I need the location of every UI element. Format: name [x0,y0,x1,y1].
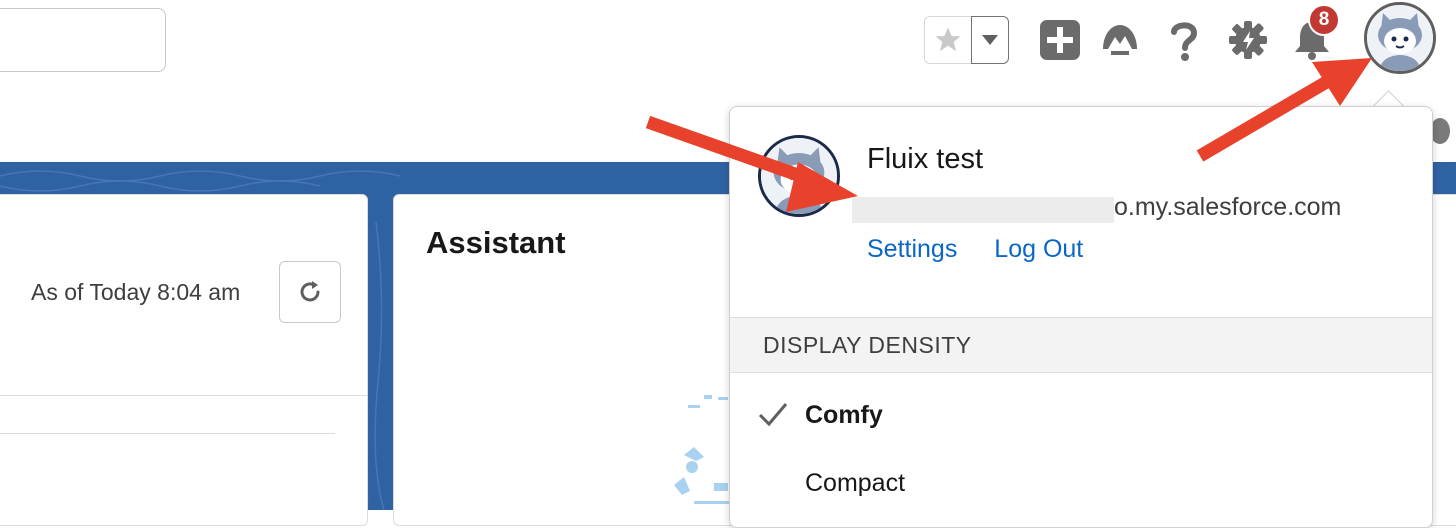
refresh-button[interactable] [279,261,341,323]
page-header-action-icon[interactable] [1430,118,1450,144]
avatar [1367,5,1433,71]
checkmark-icon [758,403,788,427]
divider [0,395,367,396]
profile-avatar [758,135,840,217]
chevron-down-icon [982,35,998,45]
global-actions-button[interactable] [1038,18,1082,62]
setup-button[interactable] [1226,18,1270,62]
redacted-email-prefix [852,197,1114,223]
density-option-compact[interactable]: Compact [730,455,1432,511]
assistant-title: Assistant [426,225,566,260]
option-label: Comfy [805,401,883,429]
user-avatar-button[interactable] [1364,2,1436,74]
help-button[interactable] [1162,18,1206,62]
logout-link[interactable]: Log Out [994,235,1083,263]
option-label: Compact [805,469,906,497]
as-of-timestamp: As of Today 8:04 am [31,279,241,305]
favorites-group [924,16,1009,64]
favorites-list-button[interactable] [971,16,1009,64]
density-option-comfy[interactable]: Comfy [730,387,1432,443]
global-header-actions: 8 [0,0,1456,90]
help-icon [1171,22,1198,61]
left-card: As of Today 8:04 am [0,194,368,526]
profile-email: o.my.salesforce.com [1114,193,1342,221]
profile-links: Settings Log Out [867,235,1113,264]
avatar [761,138,837,214]
divider [0,433,335,434]
user-profile-menu: Fluix test o.my.salesforce.com Settings … [729,106,1433,528]
section-label: DISPLAY DENSITY [763,332,972,358]
star-icon [935,27,961,52]
refresh-icon [300,281,320,302]
add-icon [1040,20,1080,60]
trailhead-button[interactable] [1098,18,1142,62]
settings-link[interactable]: Settings [867,235,957,263]
trailhead-icon [1103,25,1137,55]
profile-name: Fluix test [867,143,984,175]
favorite-star-button[interactable] [924,16,972,64]
display-density-header: DISPLAY DENSITY [730,317,1432,373]
notification-count-badge: 8 [1308,4,1340,36]
gear-icon [1229,21,1267,59]
